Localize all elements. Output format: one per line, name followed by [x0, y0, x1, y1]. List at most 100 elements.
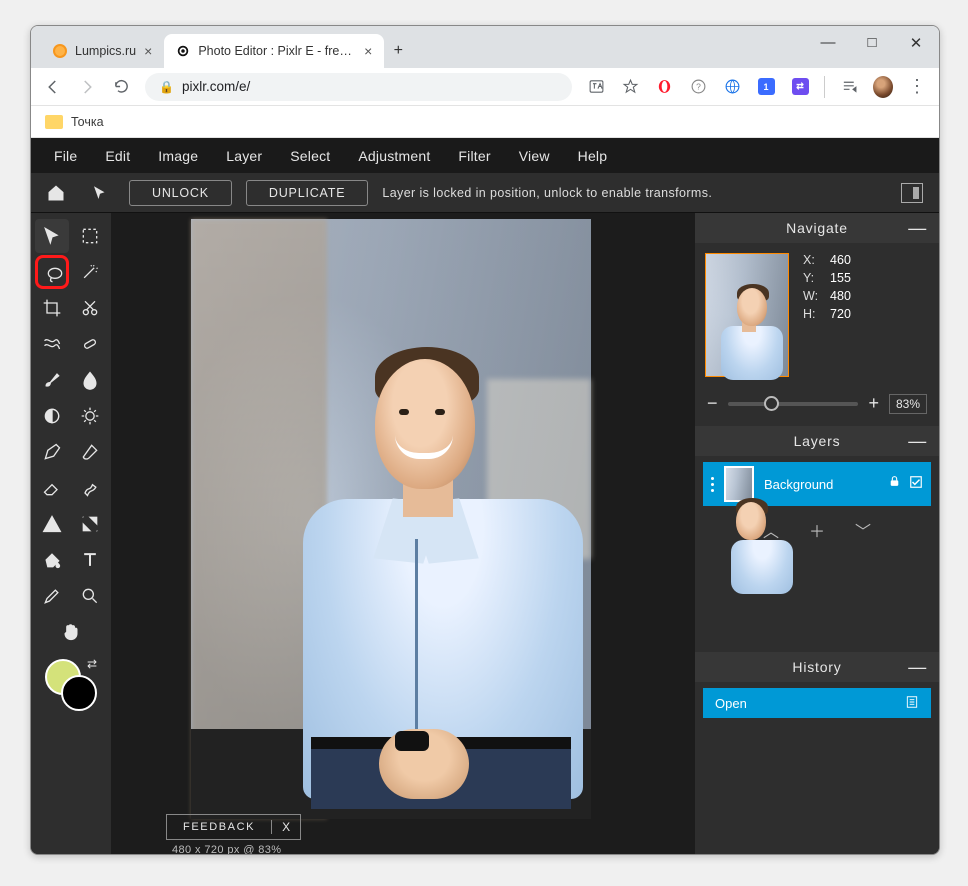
menu-image[interactable]: Image — [145, 148, 211, 164]
zoom-slider[interactable] — [728, 402, 859, 406]
right-panels: Navigate — X:460 Y:155 W:480 H:720 — [695, 213, 939, 854]
duplicate-button[interactable]: DUPLICATE — [246, 180, 368, 206]
move-tool[interactable] — [35, 219, 69, 253]
navigate-body: X:460 Y:155 W:480 H:720 — [695, 243, 939, 387]
browser-tab-pixlr[interactable]: Photo Editor : Pixlr E - free image × — [164, 34, 384, 68]
menu-help[interactable]: Help — [565, 148, 621, 164]
menu-select[interactable]: Select — [277, 148, 343, 164]
gradient-tool[interactable] — [73, 507, 107, 541]
swap-colors-icon[interactable]: ⇄ — [87, 657, 97, 671]
history-header[interactable]: History — — [695, 652, 939, 682]
home-button[interactable] — [41, 178, 71, 208]
heal-tool[interactable] — [73, 327, 107, 361]
dodge-tool[interactable] — [35, 399, 69, 433]
layer-drag-handle-icon[interactable] — [711, 477, 714, 492]
zoom-in-button[interactable]: + — [868, 393, 879, 414]
window-maximize[interactable]: □ — [859, 34, 885, 52]
globe-icon[interactable] — [722, 77, 742, 97]
bookmark-item[interactable]: Точка — [71, 115, 104, 129]
crop-tool[interactable] — [35, 291, 69, 325]
text-tool[interactable] — [73, 543, 107, 577]
arrow-tool-indicator-icon[interactable] — [85, 178, 115, 208]
background-color[interactable] — [61, 675, 97, 711]
cut-tool[interactable] — [73, 291, 107, 325]
fill-tool[interactable] — [35, 543, 69, 577]
menu-edit[interactable]: Edit — [92, 148, 143, 164]
menu-bar: File Edit Image Layer Select Adjustment … — [31, 138, 939, 173]
feedback-tab[interactable]: FEEDBACK X — [166, 814, 301, 840]
color-swatches[interactable]: ⇄ — [35, 657, 107, 717]
wand-tool[interactable] — [73, 255, 107, 289]
layer-down-button[interactable]: ﹀ — [855, 518, 871, 542]
tab-title: Lumpics.ru — [75, 44, 136, 58]
extension-box-icon[interactable]: 1 — [756, 77, 776, 97]
url-text: pixlr.com/e/ — [182, 79, 250, 94]
unlock-button[interactable]: UNLOCK — [129, 180, 232, 206]
smudge-tool[interactable] — [73, 471, 107, 505]
layer-visible-icon[interactable] — [909, 475, 923, 494]
layers-header[interactable]: Layers — — [695, 426, 939, 456]
new-tab-button[interactable]: + — [384, 37, 412, 65]
chrome-menu-icon[interactable]: ⋮ — [907, 77, 927, 97]
canvas[interactable] — [191, 219, 591, 819]
liquify-tool[interactable] — [35, 327, 69, 361]
history-title: History — [792, 659, 841, 675]
panel-minimize-icon[interactable]: — — [908, 218, 927, 239]
options-message: Layer is locked in position, unlock to e… — [382, 186, 712, 200]
menu-filter[interactable]: Filter — [445, 148, 503, 164]
toggle-panels-icon[interactable] — [901, 183, 923, 203]
history-item[interactable]: Open — [703, 688, 931, 718]
canvas-area[interactable]: FEEDBACK X 480 x 720 px @ 83% — [111, 213, 695, 854]
lasso-tool-highlight — [35, 255, 69, 289]
feedback-close[interactable]: X — [271, 820, 300, 834]
browser-tab-lumpics[interactable]: Lumpics.ru × — [41, 34, 164, 68]
menu-file[interactable]: File — [41, 148, 90, 164]
menu-adjustment[interactable]: Adjustment — [345, 148, 443, 164]
bookmark-star-icon[interactable] — [620, 77, 640, 97]
panel-minimize-icon[interactable]: — — [908, 431, 927, 452]
menu-layer[interactable]: Layer — [213, 148, 275, 164]
picker-tool[interactable] — [35, 579, 69, 613]
shape-tool[interactable] — [35, 507, 69, 541]
layer-lock-icon[interactable] — [888, 475, 901, 494]
nav-reload-button[interactable] — [111, 77, 131, 97]
nav-forward-button[interactable] — [77, 77, 97, 97]
extension-purple-icon[interactable]: ⇄ — [790, 77, 810, 97]
paint-tool[interactable] — [73, 435, 107, 469]
lasso-tool[interactable] — [38, 258, 72, 292]
zoom-out-button[interactable]: − — [707, 393, 718, 414]
window-minimize[interactable]: — — [815, 34, 841, 52]
url-input[interactable]: 🔒 pixlr.com/e/ — [145, 73, 572, 101]
window-close[interactable]: ✕ — [903, 34, 929, 52]
eraser-tool[interactable] — [35, 471, 69, 505]
zoom-value[interactable]: 83% — [889, 394, 927, 414]
nav-y-label: Y: — [803, 271, 818, 285]
help-icon[interactable]: ? — [688, 77, 708, 97]
marquee-tool[interactable] — [73, 219, 107, 253]
brush-tool[interactable] — [35, 363, 69, 397]
layer-item[interactable]: Background — [703, 462, 931, 506]
nav-h-label: H: — [803, 307, 818, 321]
menu-view[interactable]: View — [506, 148, 563, 164]
sharpen-tool[interactable] — [73, 399, 107, 433]
blur-tool[interactable] — [73, 363, 107, 397]
toolbox: ⇄ — [31, 213, 111, 854]
navigate-thumbnail[interactable] — [705, 253, 789, 377]
tab-close-icon[interactable]: × — [364, 43, 372, 59]
layer-add-button[interactable]: ＋ — [809, 518, 825, 542]
tab-close-icon[interactable]: × — [144, 43, 152, 59]
translate-icon[interactable] — [586, 77, 606, 97]
hand-tool[interactable] — [54, 615, 88, 649]
playlist-icon[interactable] — [839, 77, 859, 97]
tab-strip: Lumpics.ru × Photo Editor : Pixlr E - fr… — [31, 26, 939, 68]
panel-minimize-icon[interactable]: — — [908, 657, 927, 678]
nav-back-button[interactable] — [43, 77, 63, 97]
bookmarks-bar: Точка — [31, 106, 939, 138]
favicon-lumpics-icon — [53, 44, 67, 58]
profile-avatar[interactable] — [873, 77, 893, 97]
pen-tool[interactable] — [35, 435, 69, 469]
opera-icon[interactable] — [654, 77, 674, 97]
nav-h-value: 720 — [830, 307, 851, 321]
zoom-tool[interactable] — [73, 579, 107, 613]
navigate-header[interactable]: Navigate — — [695, 213, 939, 243]
